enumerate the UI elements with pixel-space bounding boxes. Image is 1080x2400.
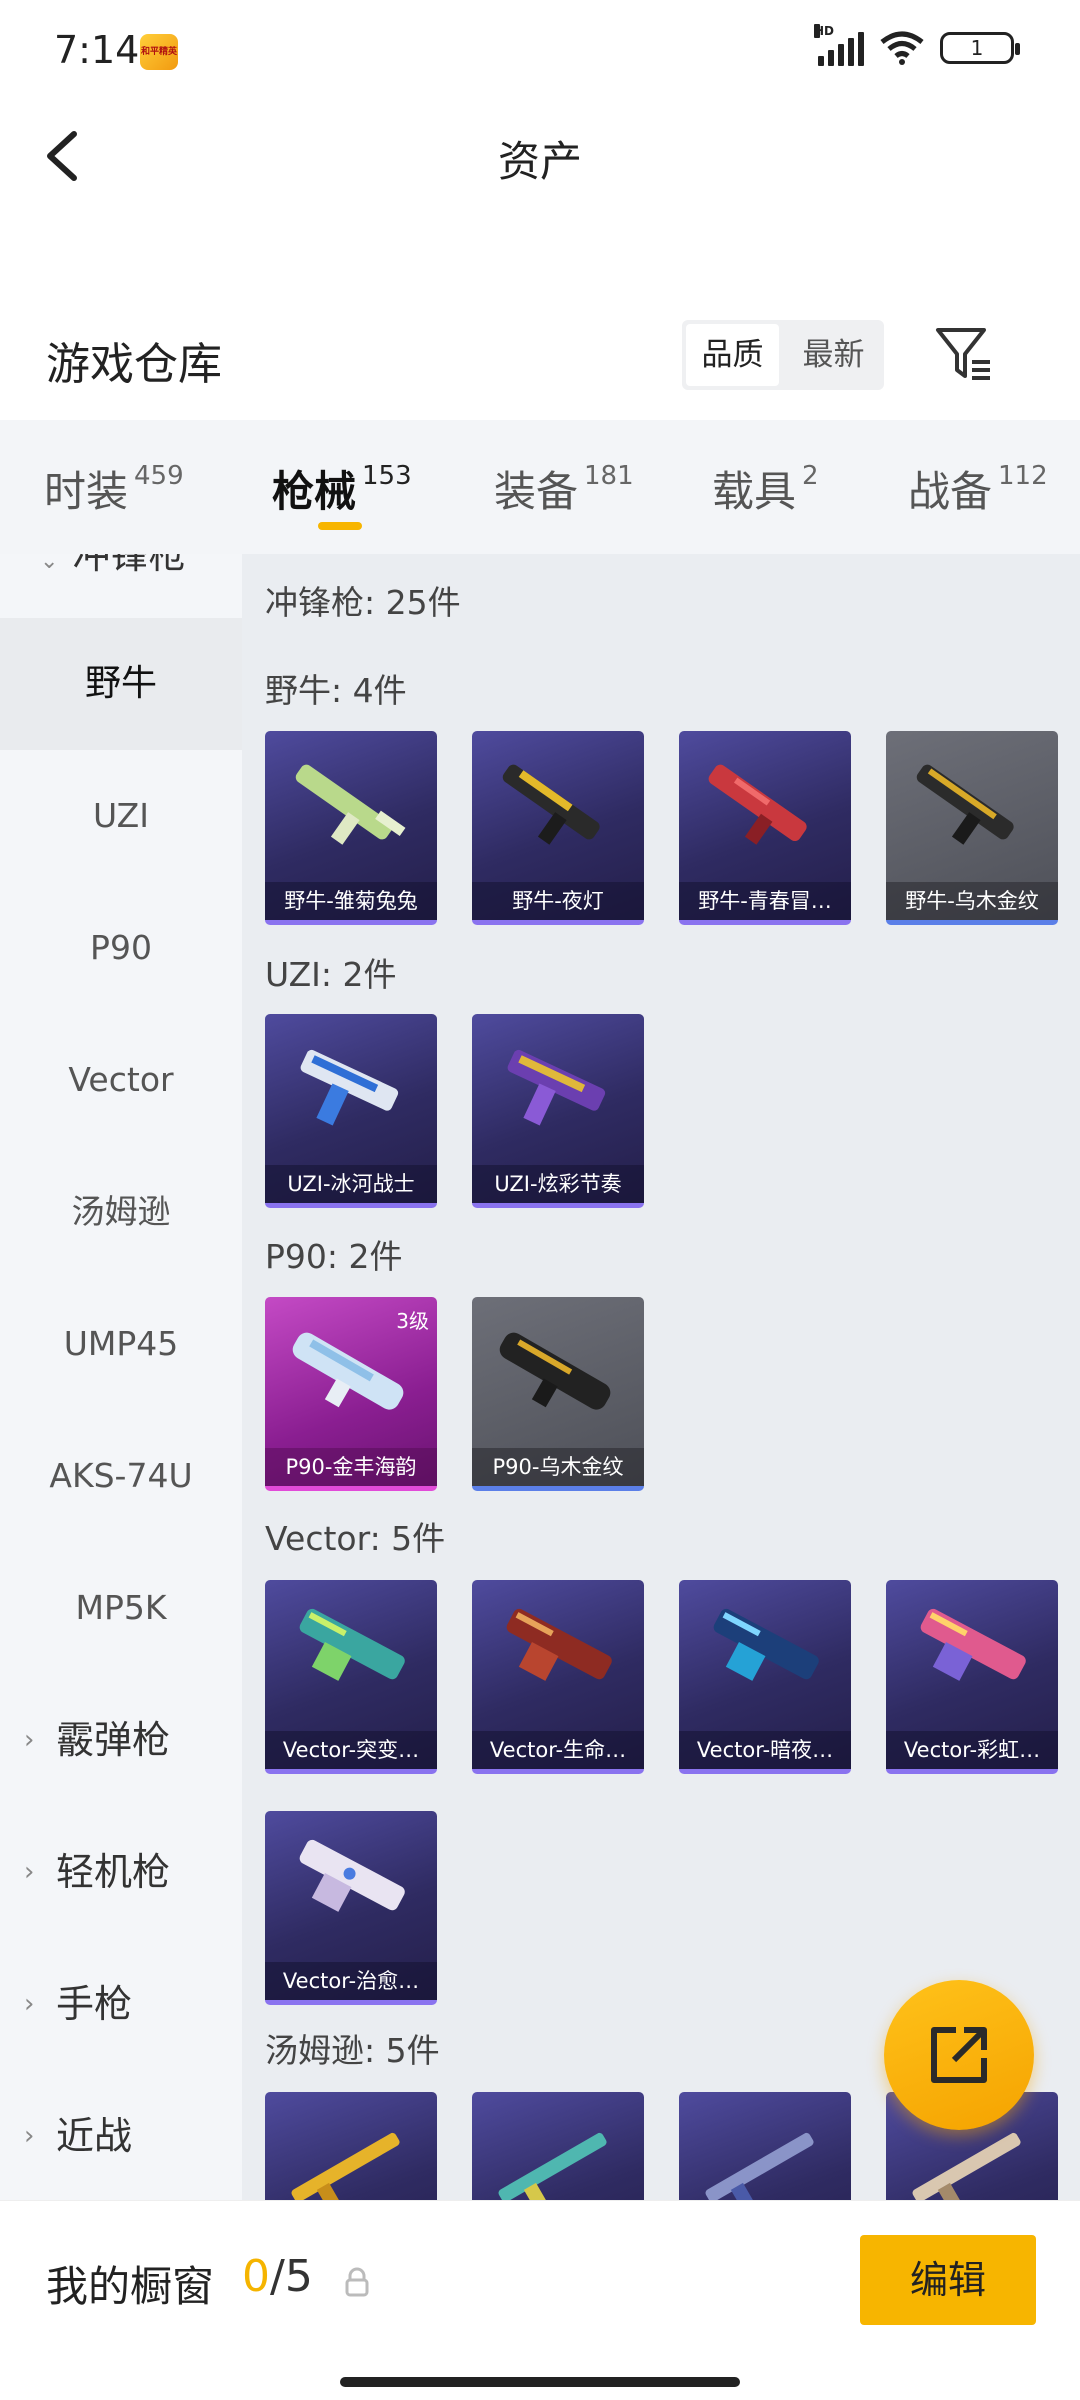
- bizon-skin-icon: [916, 764, 1014, 845]
- skin-card[interactable]: Vector-突变…: [265, 1580, 437, 1774]
- bizon-skin-icon: [708, 764, 807, 845]
- section-title-bizon: 野牛: 4件: [265, 671, 407, 710]
- sidebar-category-pistol[interactable]: › 手枪: [0, 1938, 242, 2070]
- sort-toggle: 品质 最新: [682, 320, 884, 390]
- sort-newest-button[interactable]: 最新: [787, 324, 880, 386]
- game-app-icon: 和平精英: [140, 34, 178, 70]
- category-summary: 冲锋枪: 25件: [265, 583, 461, 622]
- skin-card-name: 野牛-青春冒…: [679, 882, 851, 920]
- showcase-bar: 我的橱窗 0/5 编辑: [0, 2200, 1080, 2400]
- skin-card-name: UZI-冰河战士: [265, 1165, 437, 1203]
- skin-card[interactable]: 野牛-雏菊兔兔: [265, 731, 437, 925]
- wifi-icon: [880, 31, 924, 65]
- warehouse-title: 游戏仓库: [46, 339, 222, 390]
- tab-equipment[interactable]: 装备 181: [494, 458, 634, 519]
- status-time: 7:14: [54, 28, 140, 72]
- skin-card[interactable]: 野牛-青春冒…: [679, 731, 851, 925]
- top-bar: 资产: [0, 100, 1080, 212]
- warehouse-header: 游戏仓库 品质 最新: [0, 312, 1080, 404]
- section-title-thompson: 汤姆逊: 5件: [265, 2031, 440, 2070]
- skin-card[interactable]: Vector-彩虹…: [886, 1580, 1058, 1774]
- status-bar: 7:14 和平精英 HD 1: [0, 0, 1080, 100]
- sidebar-item-ump45[interactable]: UMP45: [0, 1278, 242, 1410]
- sidebar-item-uzi[interactable]: UZI: [0, 750, 242, 882]
- filter-icon[interactable]: [934, 324, 994, 386]
- skin-card-name: Vector-暗夜…: [679, 1731, 851, 1769]
- section-title-vector: Vector: 5件: [265, 1519, 446, 1558]
- sidebar-category-melee[interactable]: › 近战: [0, 2070, 242, 2200]
- showcase-label: 我的橱窗: [46, 2262, 215, 2311]
- skin-card[interactable]: 野牛-乌木金纹: [886, 731, 1058, 925]
- cellular-signal-icon: HD: [814, 24, 864, 66]
- p90-skin-icon: [499, 1332, 611, 1410]
- skin-card[interactable]: UZI-炫彩节奏: [472, 1014, 644, 1208]
- tab-vehicles[interactable]: 载具 2: [712, 458, 819, 519]
- skin-card[interactable]: [265, 2092, 437, 2200]
- weapon-content: 冲锋枪: 25件 野牛: 4件 野牛-雏菊兔兔 野牛-夜灯 野牛-青春冒… 野牛…: [242, 554, 1080, 2200]
- skin-card-name: Vector-彩虹…: [886, 1731, 1058, 1769]
- sidebar-item-vector[interactable]: Vector: [0, 1014, 242, 1146]
- sidebar-category-shotgun[interactable]: › 霰弹枪: [0, 1674, 242, 1806]
- skin-card[interactable]: [679, 2092, 851, 2200]
- skin-card-name: P90-金丰海韵: [265, 1448, 437, 1486]
- sidebar-category-smg[interactable]: ⌄ 冲锋枪: [40, 554, 186, 579]
- vector-skin-icon: [506, 1608, 612, 1681]
- vector-skin-icon: [299, 1608, 405, 1681]
- bizon-skin-icon: [502, 764, 600, 845]
- category-tabs: 时装 459 枪械 153 装备 181 载具 2 战备 112: [0, 420, 1080, 554]
- tab-guns[interactable]: 枪械 153: [272, 458, 412, 519]
- share-fab-button[interactable]: [884, 1980, 1034, 2130]
- sort-quality-button[interactable]: 品质: [686, 324, 779, 386]
- skin-card-name: 野牛-夜灯: [472, 882, 644, 920]
- bizon-skin-icon: [295, 764, 406, 845]
- section-title-p90: P90: 2件: [265, 1237, 403, 1276]
- thompson-skin-icon: [705, 2132, 814, 2200]
- thompson-skin-icon: [291, 2132, 400, 2200]
- skin-card-name: P90-乌木金纹: [472, 1448, 644, 1486]
- battery-icon: 1: [940, 32, 1020, 64]
- skin-card[interactable]: Vector-治愈…: [265, 1811, 437, 2005]
- skin-card-name: 野牛-雏菊兔兔: [265, 882, 437, 920]
- tab-supplies[interactable]: 战备 112: [908, 458, 1048, 519]
- home-indicator: [340, 2377, 740, 2387]
- skin-card[interactable]: 3级 P90-金丰海韵: [265, 1297, 437, 1491]
- sidebar-item-p90[interactable]: P90: [0, 882, 242, 1014]
- skin-card-name: Vector-突变…: [265, 1731, 437, 1769]
- sidebar-category-lmg[interactable]: › 轻机枪: [0, 1806, 242, 1938]
- page-title: 资产: [497, 137, 582, 186]
- showcase-count: 0/5: [242, 2251, 313, 2302]
- uzi-skin-icon: [300, 1049, 399, 1126]
- vector-skin-icon: [713, 1608, 819, 1681]
- active-tab-indicator: [318, 522, 362, 530]
- sidebar-item-mp5k[interactable]: MP5K: [0, 1542, 242, 1674]
- share-icon: [931, 2027, 987, 2083]
- skin-card[interactable]: Vector-暗夜…: [679, 1580, 851, 1774]
- skin-card-name: Vector-治愈…: [265, 1962, 437, 2000]
- weapon-sidebar: ⌄ 冲锋枪 野牛 UZI P90 Vector 汤姆逊 UMP45 AKS-74U…: [0, 554, 242, 2200]
- p90-skin-icon: [292, 1332, 404, 1410]
- vector-skin-icon: [299, 1839, 405, 1912]
- skin-card-name: 野牛-乌木金纹: [886, 882, 1058, 920]
- skin-card[interactable]: 野牛-夜灯: [472, 731, 644, 925]
- sidebar-item-bizon[interactable]: 野牛: [0, 618, 242, 750]
- skin-card[interactable]: P90-乌木金纹: [472, 1297, 644, 1491]
- edit-button[interactable]: 编辑: [860, 2235, 1036, 2325]
- section-title-uzi: UZI: 2件: [265, 955, 397, 994]
- thompson-skin-icon: [498, 2132, 607, 2200]
- tab-fashion[interactable]: 时装 459: [44, 458, 184, 519]
- lock-icon: [345, 2267, 369, 2297]
- skin-card[interactable]: [472, 2092, 644, 2200]
- skin-card[interactable]: UZI-冰河战士: [265, 1014, 437, 1208]
- vector-skin-icon: [920, 1608, 1026, 1681]
- skin-card[interactable]: Vector-生命…: [472, 1580, 644, 1774]
- sidebar-item-thompson[interactable]: 汤姆逊: [0, 1146, 242, 1278]
- skin-card-name: UZI-炫彩节奏: [472, 1165, 644, 1203]
- skin-card-name: Vector-生命…: [472, 1731, 644, 1769]
- main-body: ⌄ 冲锋枪 野牛 UZI P90 Vector 汤姆逊 UMP45 AKS-74U…: [0, 554, 1080, 2200]
- hd-label: HD: [814, 24, 835, 38]
- sidebar-item-aks74u[interactable]: AKS-74U: [0, 1410, 242, 1542]
- uzi-skin-icon: [507, 1049, 606, 1126]
